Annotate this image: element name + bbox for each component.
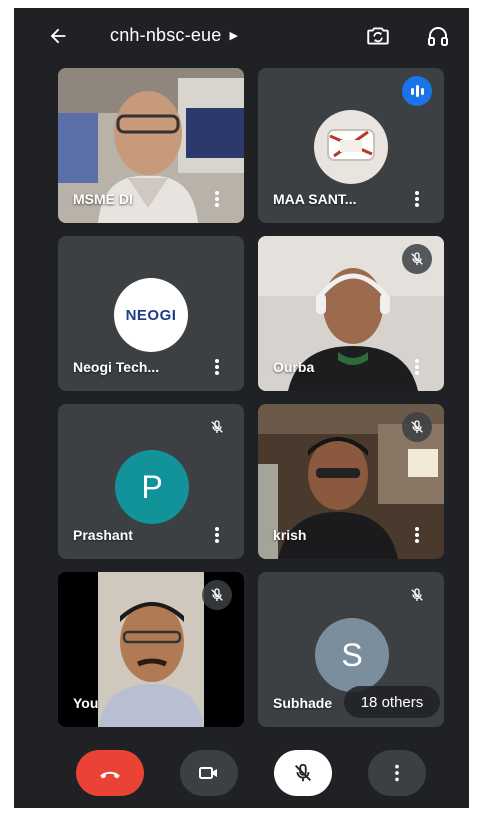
participant-name: MSME DI — [73, 191, 133, 207]
more-options-button[interactable] — [368, 750, 426, 796]
meeting-code-button[interactable]: cnh-nbsc-eue ▶ — [110, 25, 238, 46]
muted-indicator — [202, 412, 232, 442]
participant-tile-prashant[interactable]: P Prashant — [58, 404, 244, 559]
participant-name: Ourba — [273, 359, 315, 375]
muted-indicator — [402, 580, 432, 610]
phone-hangup-icon — [100, 771, 120, 779]
participant-name: Neogi Tech... — [73, 359, 160, 375]
participant-name: MAA SANT... — [273, 191, 357, 207]
participant-tile-maa-sant[interactable]: MAA SANT... — [258, 68, 444, 223]
participant-more-button[interactable] — [210, 525, 224, 545]
participant-name: Subhade — [273, 695, 333, 711]
participant-tile-neogi-tech[interactable]: NEOGI Neogi Tech... — [58, 236, 244, 391]
meet-screen: cnh-nbsc-eue ▶ MSME DI MAA SANT... NEOGI… — [14, 8, 469, 808]
participant-name: Prashant — [73, 527, 133, 543]
participant-name: krish — [273, 527, 307, 543]
arrow-left-icon — [50, 28, 66, 44]
muted-indicator — [202, 580, 232, 610]
participant-more-button[interactable] — [210, 357, 224, 377]
mic-off-icon — [411, 588, 423, 601]
participant-avatar: S — [315, 618, 389, 692]
back-button[interactable] — [44, 22, 72, 50]
speaking-indicator — [402, 76, 432, 106]
meeting-code: cnh-nbsc-eue — [110, 25, 222, 45]
video-camera-icon — [199, 767, 217, 779]
participant-tile-ourba[interactable]: Ourba — [258, 236, 444, 391]
muted-indicator — [402, 244, 432, 274]
participant-name: You — [73, 695, 99, 711]
end-call-button[interactable] — [76, 750, 144, 796]
caret-right-icon: ▶ — [229, 30, 239, 42]
participant-more-button[interactable] — [410, 525, 424, 545]
camera-toggle-button[interactable] — [180, 750, 238, 796]
mic-off-icon — [411, 252, 423, 265]
participant-more-button[interactable] — [210, 189, 224, 209]
mic-off-icon — [295, 763, 311, 782]
participant-avatar-image — [314, 110, 388, 184]
switch-camera-button[interactable] — [364, 22, 392, 50]
participant-more-button[interactable] — [410, 357, 424, 377]
mic-off-icon — [211, 420, 223, 433]
muted-indicator — [402, 412, 432, 442]
top-bar: cnh-nbsc-eue ▶ — [14, 8, 469, 64]
switch-camera-icon — [367, 27, 389, 45]
mic-toggle-button[interactable] — [274, 750, 332, 796]
headphones-icon — [428, 27, 448, 46]
participant-avatar: P — [115, 450, 189, 524]
call-controls — [14, 738, 469, 808]
others-count-chip[interactable]: 18 others — [344, 686, 440, 718]
mic-off-icon — [411, 420, 423, 433]
more-vert-icon — [395, 764, 399, 782]
neogi-logo: NEOGI — [114, 278, 188, 352]
participant-more-button[interactable] — [410, 189, 424, 209]
audio-output-button[interactable] — [424, 22, 452, 50]
participant-tile-krish[interactable]: krish — [258, 404, 444, 559]
mic-off-icon — [211, 588, 223, 601]
participant-tile-msme-di[interactable]: MSME DI — [58, 68, 244, 223]
participant-tile-you[interactable]: You — [58, 572, 244, 727]
